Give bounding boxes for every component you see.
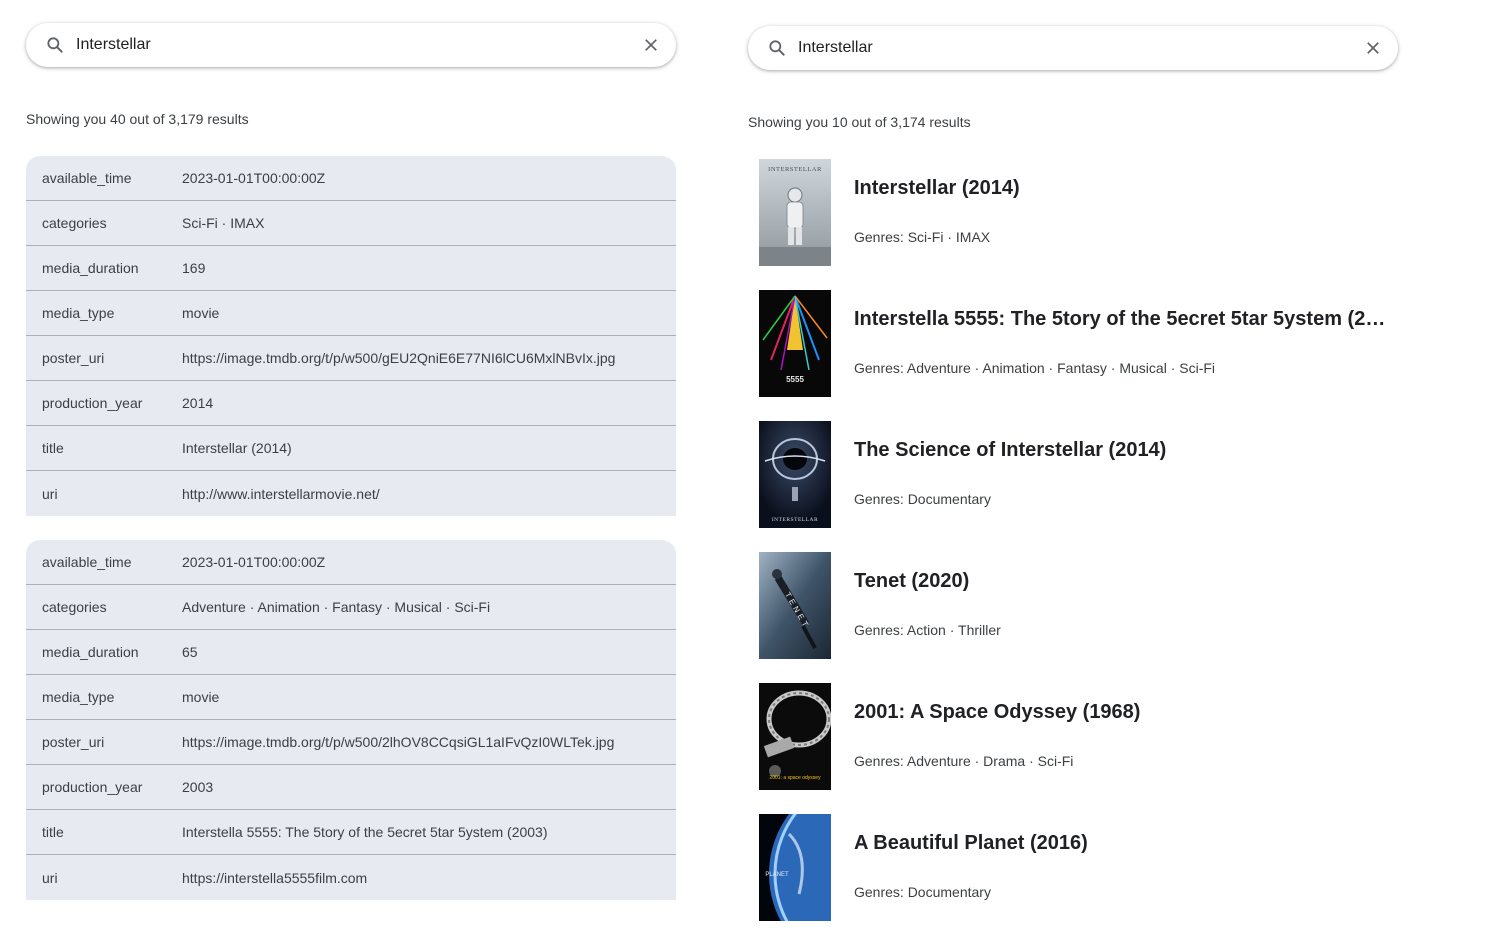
result-genres: Genres: Adventure · Drama · Sci-Fi [854,753,1074,769]
field-key: media_type [42,305,115,321]
movie-poster: INTERSTELLAR [759,421,831,528]
table-row: uri http://www.interstellarmovie.net/ [26,471,676,516]
table-row: available_time 2023-01-01T00:00:00Z [26,540,676,585]
field-key: production_year [42,395,143,411]
list-item[interactable]: PLANET A Beautiful Planet (2016) Genres:… [759,814,1399,921]
field-key: production_year [42,779,143,795]
field-value: 65 [182,644,198,660]
field-value: 169 [182,260,206,276]
field-value: Interstella 5555: The 5tory of the 5ecre… [182,824,548,840]
table-row: media_duration 65 [26,630,676,675]
left-search-bar[interactable] [26,23,676,67]
poster-text: INTERSTELLAR [768,166,822,173]
list-item[interactable]: INTERSTELLAR Interstellar (2014) Genres:… [759,159,1399,266]
search-icon [47,37,63,53]
field-key: available_time [42,170,132,186]
field-value: https://image.tmdb.org/t/p/w500/2lhOV8CC… [182,734,615,750]
result-card: available_time 2023-01-01T00:00:00Z categ… [26,540,676,900]
field-key: poster_uri [42,350,105,366]
table-row: poster_uri https://image.tmdb.org/t/p/w50… [26,720,676,765]
table-row: production_year 2014 [26,381,676,426]
table-row: title Interstellar (2014) [26,426,676,471]
field-key: uri [42,869,58,886]
right-search-bar[interactable] [748,26,1398,70]
result-genres: Genres: Documentary [854,491,991,507]
table-row: categories Sci-Fi · IMAX [26,201,676,246]
list-item[interactable]: 5555 Interstella 5555: The 5tory of the … [759,290,1399,397]
poster-text: 5555 [786,375,804,384]
table-row: uri https://interstella5555film.com [26,855,676,900]
table-row: media_duration 169 [26,246,676,291]
right-results-count: Showing you 10 out of 3,174 results [748,114,971,130]
field-value: 2014 [182,395,214,411]
result-title[interactable]: A Beautiful Planet (2016) [854,832,1394,855]
right-search-input[interactable] [798,35,1338,61]
field-key: available_time [42,554,132,570]
result-title[interactable]: Interstellar (2014) [854,177,1394,200]
field-key: categories [42,599,107,615]
result-title[interactable]: Interstella 5555: The 5tory of the 5ecre… [854,308,1394,331]
poster-text: 2001: a space odyssey [769,775,821,781]
movie-poster: 5555 [759,290,831,397]
field-key: uri [42,485,58,502]
list-item[interactable]: 2001: a space odyssey 2001: A Space Odys… [759,683,1399,790]
field-value: movie [182,305,220,321]
field-value: Adventure · Animation · Fantasy · Musica… [182,599,491,615]
list-item[interactable]: INTERSTELLAR The Science of Interstellar… [759,421,1399,528]
table-row: title Interstella 5555: The 5tory of the … [26,810,676,855]
left-results-count: Showing you 40 out of 3,179 results [26,111,249,127]
result-title[interactable]: Tenet (2020) [854,570,1394,593]
field-value: movie [182,689,220,705]
movie-poster: PLANET [759,814,831,921]
field-value: https://image.tmdb.org/t/p/w500/gEU2QniE… [182,350,616,366]
list-item[interactable]: TENET Tenet (2020) Genres: Action · Thri… [759,552,1399,659]
result-genres: Genres: Adventure · Animation · Fantasy … [854,360,1216,376]
field-key: poster_uri [42,734,105,750]
field-value: 2003 [182,779,214,795]
table-row: categories Adventure · Animation · Fantas… [26,585,676,630]
field-value: https://interstella5555film.com [182,869,368,886]
field-value: 2023-01-01T00:00:00Z [182,170,326,186]
close-icon[interactable] [1364,39,1382,57]
table-row: available_time 2023-01-01T00:00:00Z [26,156,676,201]
search-icon [769,40,785,56]
field-key: title [42,824,64,840]
table-row: media_type movie [26,675,676,720]
field-value: http://www.interstellarmovie.net/ [182,485,380,502]
table-row: media_type movie [26,291,676,336]
poster-text: PLANET [765,872,789,878]
close-icon[interactable] [642,36,660,54]
table-row: production_year 2003 [26,765,676,810]
movie-poster: 2001: a space odyssey [759,683,831,790]
field-key: media_type [42,689,115,705]
result-card: available_time 2023-01-01T00:00:00Z categ… [26,156,676,516]
result-genres: Genres: Sci-Fi · IMAX [854,229,991,245]
field-value: Sci-Fi · IMAX [182,215,265,231]
field-key: categories [42,215,107,231]
result-genres: Genres: Documentary [854,884,991,900]
poster-text: INTERSTELLAR [772,517,818,523]
left-search-input[interactable] [76,32,616,58]
movie-poster: TENET [759,552,831,659]
result-genres: Genres: Action · Thriller [854,622,1001,638]
field-key: media_duration [42,644,139,660]
field-key: title [42,440,64,456]
movie-poster: INTERSTELLAR [759,159,831,266]
field-value: Interstellar (2014) [182,440,292,456]
field-value: 2023-01-01T00:00:00Z [182,554,326,570]
table-row: poster_uri https://image.tmdb.org/t/p/w50… [26,336,676,381]
result-title[interactable]: 2001: A Space Odyssey (1968) [854,701,1394,724]
field-key: media_duration [42,260,139,276]
result-title[interactable]: The Science of Interstellar (2014) [854,439,1394,462]
